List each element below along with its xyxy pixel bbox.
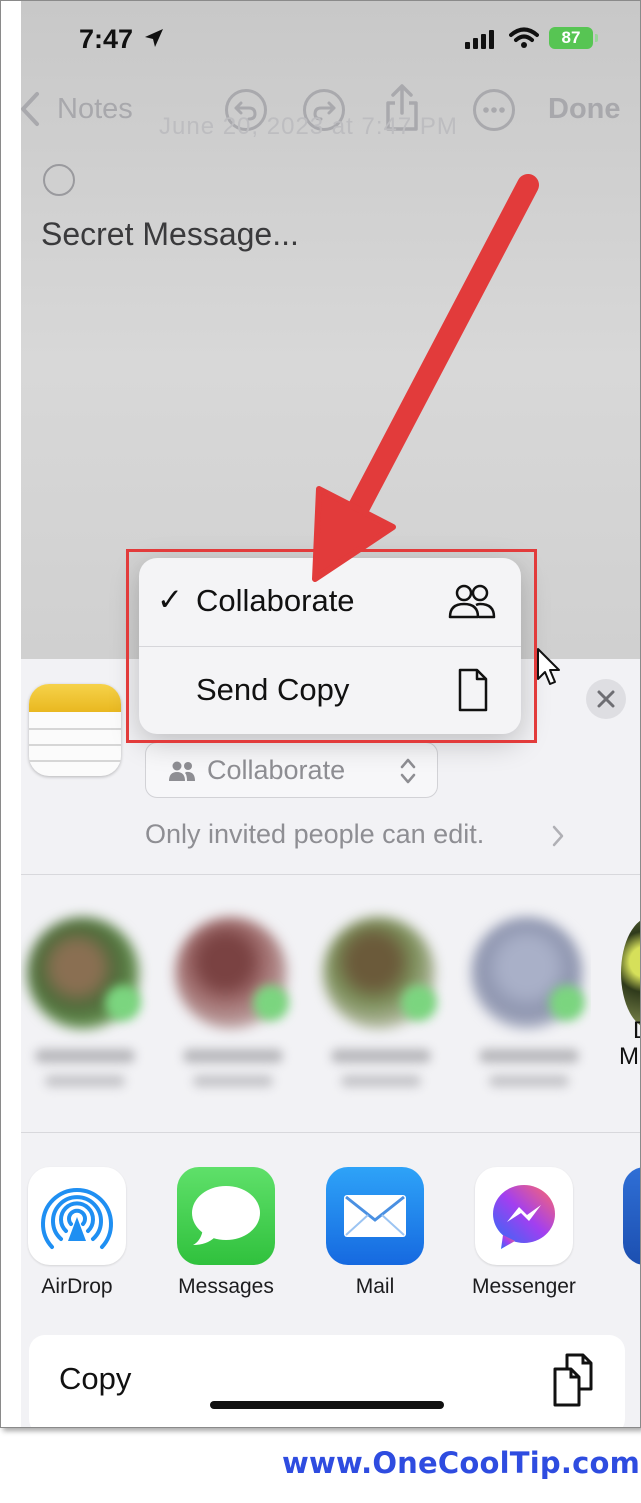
share-app-messages[interactable]: Messages [166,1167,286,1298]
app-label: Messages [178,1275,274,1298]
permission-summary[interactable]: Only invited people can edit. [145,819,484,850]
battery-indicator: 87 [549,27,593,49]
contact-partial-name: D [633,1017,640,1045]
status-bar: 7:47 87 [21,1,640,77]
suggested-contacts-row [21,895,591,1117]
share-sheet: Collaborate Only invited people can edit… [21,659,640,1427]
done-button[interactable]: Done [548,93,621,126]
app-label: Mail [355,1275,395,1298]
contact-suggestion[interactable] [27,895,147,1117]
contact-suggestion-partial-avatar[interactable] [621,917,640,1029]
copy-documents-icon [553,1353,593,1407]
chevron-right-icon[interactable] [552,825,564,847]
app-label: AirDrop [41,1275,113,1298]
share-app-airdrop[interactable]: AirDrop [21,1167,137,1298]
up-down-chevron-icon [400,758,416,784]
copy-action-label: Copy [59,1361,132,1396]
close-icon [597,690,615,708]
messenger-icon [475,1167,573,1265]
messages-icon [177,1167,275,1265]
share-app-mail[interactable]: Mail [315,1167,435,1298]
contact-suggestion[interactable] [323,895,443,1117]
battery-nub [595,34,598,42]
app-label: Messenger [472,1275,576,1298]
collaborate-select-label: Collaborate [207,755,346,785]
note-date-ghost: June 20, 2023 at 7:47 PM [159,113,458,140]
more-options-icon[interactable] [473,89,515,131]
location-arrow-icon [145,29,163,47]
copy-action-row[interactable]: Copy [29,1335,625,1427]
collaborate-mode-select[interactable]: Collaborate [145,742,438,798]
share-app-partial[interactable] [623,1167,640,1265]
contact-suggestion[interactable] [471,895,591,1117]
notes-app-icon [29,684,121,776]
annotation-highlight-box [126,549,537,743]
mouse-cursor-icon [537,648,560,685]
airdrop-icon [28,1167,126,1265]
back-chevron-icon[interactable] [21,91,41,127]
note-checklist-circle[interactable] [43,164,75,196]
note-body-text[interactable]: Secret Message... [41,216,299,253]
cellular-signal-icon [465,30,494,49]
wifi-icon [509,27,539,48]
mail-icon [326,1167,424,1265]
site-watermark: www.OneCoolTip.com [282,1446,641,1480]
people-icon [169,761,195,781]
share-app-messenger[interactable]: Messenger [464,1167,584,1298]
phone-screenshot-frame: 7:47 87 Notes Done June 20, 2023 at 7:47… [0,0,641,1428]
home-indicator[interactable] [210,1401,444,1409]
close-share-sheet-button[interactable] [586,679,626,719]
contact-partial-subtitle: M [619,1043,639,1070]
divider [21,1132,640,1133]
back-to-notes-button[interactable]: Notes [57,93,133,126]
status-time: 7:47 [79,24,134,54]
contact-suggestion[interactable] [175,895,295,1117]
divider [21,874,640,875]
